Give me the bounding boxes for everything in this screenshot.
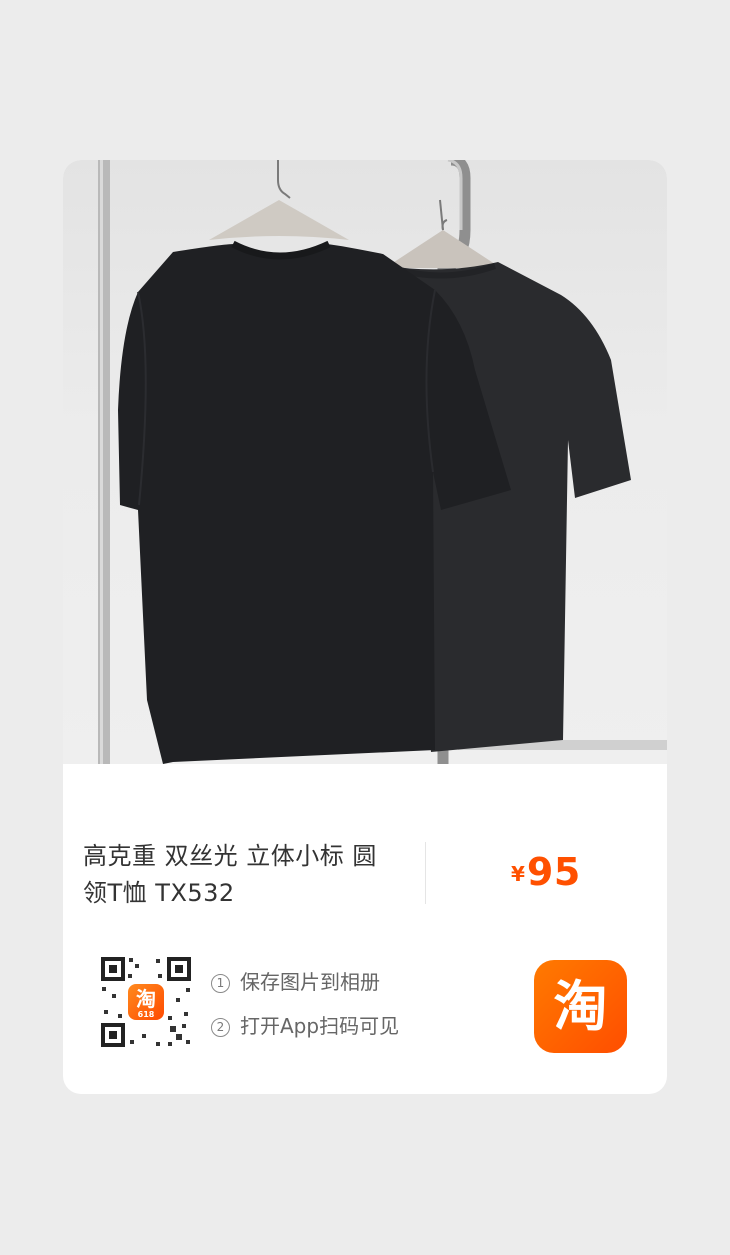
price: ¥95 — [511, 850, 581, 894]
step-2-text: 打开App扫码可见 — [240, 1014, 400, 1038]
taobao-logo-char: 淘 — [553, 975, 608, 1038]
product-title: 高克重 双丝光 立体小标 圆 领T恤 TX532 — [83, 838, 413, 912]
qr-code-icon: 淘 618 — [98, 954, 194, 1050]
qr-logo-sub: 618 — [137, 1010, 155, 1019]
step-1-number: 1 — [211, 974, 230, 993]
qr-center-logo: 淘 618 — [128, 984, 164, 1020]
product-image[interactable] — [63, 160, 667, 764]
share-instructions: 1 保存图片到相册 2 打开App扫码可见 — [211, 966, 399, 1054]
currency-symbol: ¥ — [511, 862, 525, 886]
step-1: 1 保存图片到相册 — [211, 966, 399, 994]
qr-logo-char: 淘 — [136, 987, 156, 1011]
divider — [425, 842, 426, 904]
product-title-line1: 高克重 双丝光 立体小标 圆 — [83, 842, 377, 870]
step-2-number: 2 — [211, 1018, 230, 1037]
taobao-logo-icon[interactable]: 淘 — [534, 960, 627, 1053]
product-title-line2: 领T恤 TX532 — [83, 879, 235, 907]
share-card: 高克重 双丝光 立体小标 圆 领T恤 TX532 ¥95 淘 618 1 保存图… — [63, 160, 667, 1094]
step-2: 2 打开App扫码可见 — [211, 1010, 400, 1038]
price-value: 95 — [526, 850, 581, 894]
step-1-text: 保存图片到相册 — [240, 970, 380, 994]
